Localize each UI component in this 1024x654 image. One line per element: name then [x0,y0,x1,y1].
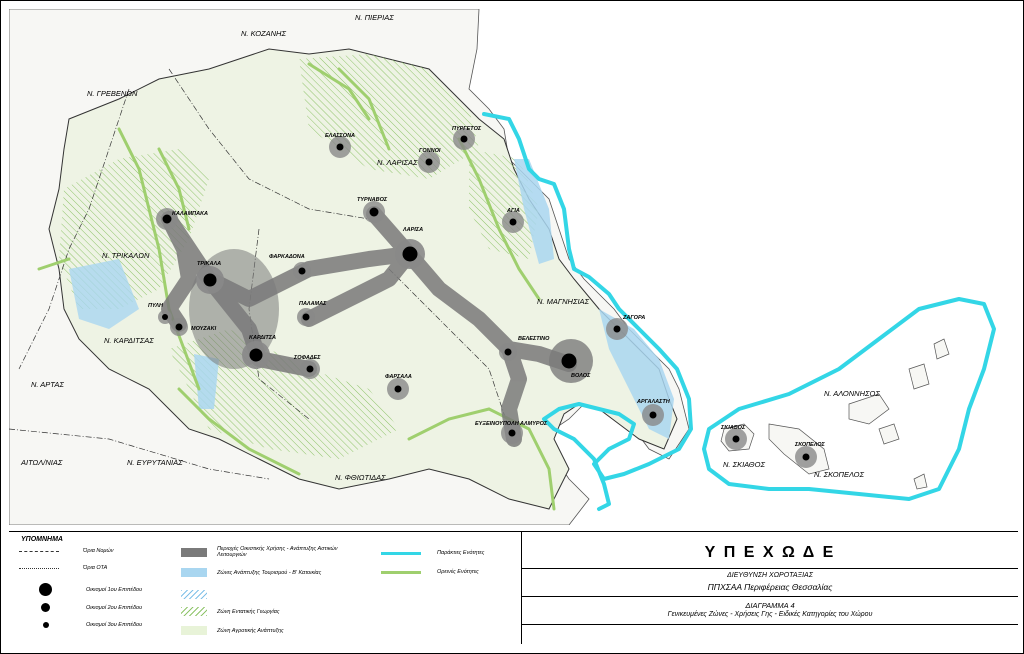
legend-level1: Οικισμοί 1ου Επιπέδου [39,583,142,596]
legend-level2: Οικισμοί 2ου Επιπέδου [41,603,142,612]
map-frame: Ν. ΚΟΖΑΝΗΣ Ν. ΠΙΕΡΙΑΣ Ν. ΓΡΕΒΕΝΩΝ Ν. ΛΑΡ… [0,0,1024,654]
label-arta: Ν. ΑΡΤΑΣ [31,380,64,389]
label-magnisia: Ν. ΜΑΓΝΗΣΙΑΣ [537,297,590,306]
legend-ota-border: Όρια ΟΤΑ [19,565,107,571]
label-skopelos: Ν. ΣΚΟΠΕΛΟΣ [814,470,864,479]
settlement-pyli [158,310,172,324]
green-line-icon [381,570,421,574]
diagram-subtitle: Γενικευμένες Ζώνες - Χρήσεις Γης - Ειδικ… [667,611,873,618]
legend-coastal: Παράκτιες Ενότητες [381,550,484,556]
divider [522,568,1018,569]
legend-nomos-border: Όρια Νομών [19,548,113,554]
gray-box-icon [181,547,207,557]
directorate-label: ΔΙΕΥΘΥΝΣΗ ΧΩΡΟΤΑΞΙΑΣ [727,572,813,579]
title-block: Υ Π Ε Χ Ω Δ Ε ΔΙΕΥΘΥΝΣΗ ΧΩΡΟΤΑΞΙΑΣ ΠΠΧΣΑ… [521,531,1018,644]
large-dot-icon [39,583,52,596]
small-dot-icon [43,622,49,628]
label-trikala-town: ΤΡΙΚΑΛΑ [197,261,221,267]
label-skiathos-town: ΣΚΙΑΘΟΣ [720,425,746,431]
light-green-box-icon [181,626,207,635]
blue-box-icon [181,568,207,577]
blue-hatch-icon [181,590,207,599]
settlement-gonnoi [418,151,440,173]
label-argalasti: ΑΡΓΑΛΑΣΤΗ [636,399,671,405]
island-small-1 [908,363,930,390]
island-small-4 [913,473,928,490]
label-velestino: ΒΕΛΕΣΤΙΝΟ [518,336,550,342]
legend-level3: Οικισμοί 3ου Επιπέδου [43,622,142,628]
label-fthiotida: Ν. ΦΘΙΩΤΙΔΑΣ [335,473,386,482]
settlement-larisa [395,239,425,269]
legend-spacer [181,590,371,599]
label-larisa: Ν. ΛΑΡΙΣΑΣ [377,158,418,167]
plan-label: ΠΠΧΣΑΑ Περιφέρειας Θεσσαλίας [707,582,833,592]
label-pieria: Ν. ΠΙΕΡΙΑΣ [355,13,394,22]
settlement-velestino [499,343,517,361]
label-karditsa-town: ΚΑΡΔΙΤΣΑ [249,335,276,341]
dotted-line-icon [19,567,59,569]
settlement-trikala [196,266,224,294]
label-alonnisos: Ν. ΑΛΟΝΝΗΣΟΣ [824,389,880,398]
label-volos: ΒΟΛΟΣ [571,373,591,379]
legend-mountain: Ορεινές Ενότητες [381,569,479,575]
settlement-volos [561,353,577,369]
label-karditsa: Ν. ΚΑΡΔΙΤΣΑΣ [104,336,154,345]
cyan-line-icon [381,551,421,555]
island-alonnisos [848,393,890,425]
agency-title: Υ Π Ε Χ Ω Δ Ε [704,544,836,561]
island-small-2 [933,338,950,360]
label-almyros: ΕΥΞΕΙΝΟΥΠΟΛΗ ΑΛΜΥΡΟΣ [475,421,548,427]
divider [522,624,1018,625]
label-grevena: Ν. ΓΡΕΒΕΝΩΝ [87,89,138,98]
label-tyrnavos: ΤΥΡΝΑΒΟΣ [357,197,388,203]
island-small-3 [878,423,900,445]
legend-tourism-zone: Ζώνες Ανάπτυξης Τουρισμού - Β' Κατοικίας [181,568,371,577]
settlement-farsala [387,378,409,400]
label-skopelos-town: ΣΚΟΠΕΛΟΣ [794,442,826,448]
label-zagora: ΖΑΓΟΡΑ [622,315,645,321]
label-kalampaka: ΚΑΛΑΜΠΑΚΑ [172,211,208,217]
label-trikala: Ν. ΤΡΙΚΑΛΩΝ [102,251,150,260]
label-kozani: Ν. ΚΟΖΑΝΗΣ [241,29,286,38]
label-pyli: ΠΥΛΗ [148,303,164,309]
legend: ΥΠΟΜΝΗΜΑ Όρια Νομών Όρια ΟΤΑ Οικισμοί 1ο… [9,531,521,644]
thessaly-map: Ν. ΚΟΖΑΝΗΣ Ν. ΠΙΕΡΙΑΣ Ν. ΓΡΕΒΕΝΩΝ Ν. ΛΑΡ… [9,9,996,525]
green-hatch-icon [181,607,207,616]
legend-heading: ΥΠΟΜΝΗΜΑ [21,536,63,543]
settlement-zagora [606,318,628,340]
settlement-sofades [300,359,320,379]
settlement-tyrnavos [363,201,385,223]
label-larisa-town: ΛΑΡΙΣΑ [402,227,423,233]
settlement-agia [502,211,524,233]
settlement-karditsa [242,341,270,369]
settlement-elassona [329,136,351,158]
medium-dot-icon [41,603,50,612]
label-farkadona: ΦΑΡΚΑΔΟΝΑ [269,254,305,260]
legend-agri-dev: Ζώνη Αγροτικής Ανάπτυξης [181,626,371,635]
label-skiathos: Ν. ΣΚΙΑΘΟΣ [723,460,765,469]
settlement-farkadona [293,262,311,280]
label-aitoloakarnania: ΑΙΤΩΛ/ΝΙΑΣ [20,458,63,467]
label-sofades: ΣΟΦΑΔΕΣ [293,355,321,361]
dashdot-line-icon [19,550,59,552]
legend-intensive-agri: Ζώνη Εντατικής Γεωργίας [181,607,371,616]
label-evrytania: Ν. ΕΥΡΥΤΑΝΙΑΣ [127,458,183,467]
settlement-argalasti [642,404,664,426]
divider [522,596,1018,597]
label-agia: ΑΓΙΑ [506,208,520,214]
settlement-skopelos [795,446,817,468]
legend-urban-zone: Περιοχές Οικιστικής Χρήσης - Ανάπτυξης Α… [181,546,361,558]
settlement-skiathos [725,428,747,450]
settlement-mouzaki [170,318,188,336]
label-pyrgetos: ΠΥΡΓΕΤΟΣ [452,126,482,132]
label-palamas: ΠΑΛΑΜΑΣ [299,301,327,307]
label-gonnoi: ΓΟΝΝΟΙ [419,148,441,154]
label-mouzaki: ΜΟΥΖΑΚΙ [191,326,217,332]
label-farsala: ΦΑΡΣΑΛΑ [385,374,412,380]
settlement-palamas [297,308,315,326]
diagram-label: ΔΙΑΓΡΑΜΜΑ 4 [745,601,795,610]
label-elassona: ΕΛΑΣΣΟΝΑ [325,133,355,139]
